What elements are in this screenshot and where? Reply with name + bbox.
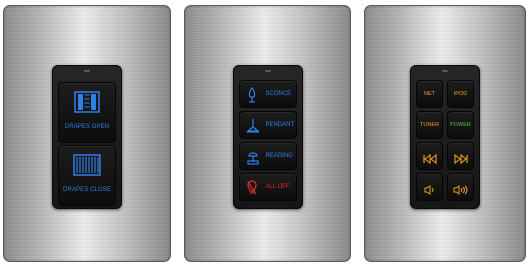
light-off-icon [246, 180, 258, 201]
all-off-label: ALL OFF [265, 184, 290, 190]
status-led [442, 70, 448, 72]
drapes-open-label: DRAPES OPEN [64, 124, 110, 130]
ipod-label: IPOD [453, 91, 468, 97]
volume-up-icon [453, 182, 469, 200]
drapes-close-icon [73, 154, 101, 181]
keypad-drapes: DRAPES OPEN DRAPES CLOSE [52, 65, 122, 209]
wall-plate-lighting: SCONCE PENDANT READING ALL OFF [184, 5, 351, 262]
drapes-close-button[interactable]: DRAPES CLOSE [58, 145, 116, 206]
sconce-label: SCONCE [265, 91, 292, 97]
sconce-icon [246, 86, 258, 108]
all-off-button[interactable]: ALL OFF [238, 173, 297, 201]
drapes-open-button[interactable]: DRAPES OPEN [58, 82, 116, 143]
skip-back-icon [422, 151, 437, 169]
drapes-open-icon [74, 91, 100, 118]
status-led [84, 70, 90, 72]
volume-down-button[interactable] [416, 173, 443, 201]
reading-button[interactable]: READING [238, 142, 297, 170]
tuner-label: TUNER [420, 122, 439, 128]
volume-down-icon [424, 182, 436, 200]
drapes-close-label: DRAPES CLOSE [63, 187, 111, 193]
net-button[interactable]: NET [416, 80, 443, 108]
status-led [264, 70, 271, 72]
net-label: NET [424, 91, 435, 97]
pendant-icon [245, 118, 260, 139]
wall-plate-drapes: DRAPES OPEN DRAPES CLOSE [3, 5, 171, 262]
skip-forward-icon [453, 151, 468, 169]
keypad-audio: NET IPOD TUNER POWER [410, 65, 480, 209]
ipod-button[interactable]: IPOD [447, 80, 474, 108]
skip-forward-button[interactable] [447, 142, 474, 170]
sconce-button[interactable]: SCONCE [238, 80, 297, 108]
power-label: POWER [450, 122, 471, 128]
skip-back-button[interactable] [416, 142, 443, 170]
reading-label: READING [265, 153, 293, 159]
reading-lamp-icon [246, 149, 260, 170]
wall-plate-audio: NET IPOD TUNER POWER [364, 5, 526, 262]
pendant-label: PENDANT [265, 122, 295, 128]
pendant-button[interactable]: PENDANT [238, 111, 297, 139]
power-button[interactable]: POWER [447, 111, 474, 139]
keypad-lighting: SCONCE PENDANT READING ALL OFF [232, 65, 303, 209]
tuner-button[interactable]: TUNER [416, 111, 443, 139]
volume-up-button[interactable] [447, 173, 474, 201]
